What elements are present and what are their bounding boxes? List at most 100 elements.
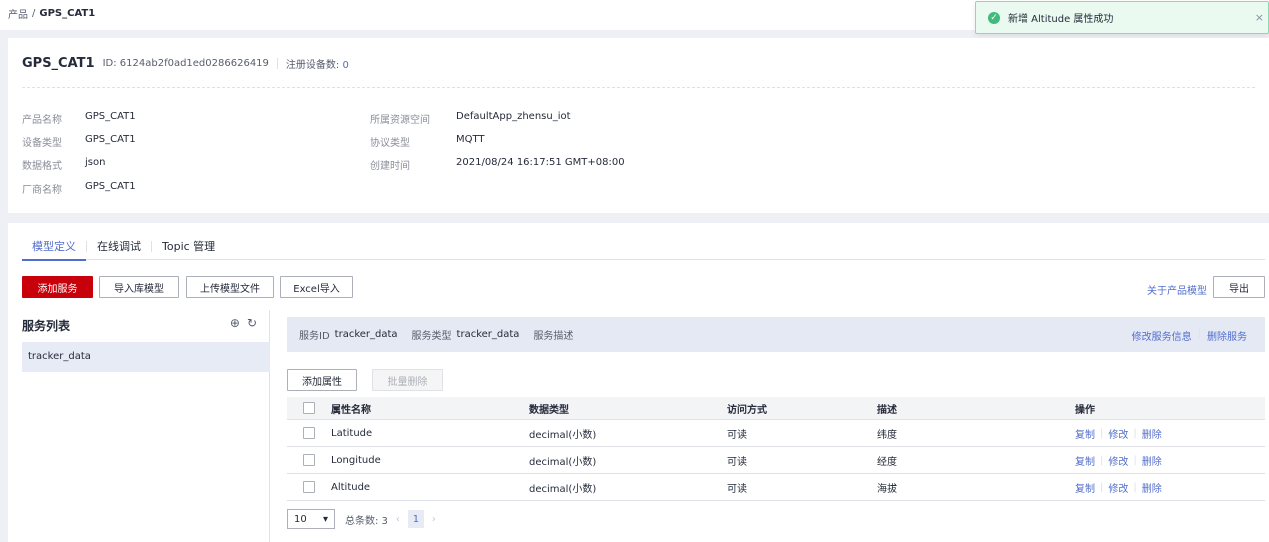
excel-import-button[interactable]: Excel导入 [280,276,353,298]
service-info-bar: 服务ID tracker_data 服务类型 tracker_data 服务描述… [287,317,1265,352]
service-id-value: tracker_data [334,329,398,340]
tab-topic-management[interactable]: Topic 管理 [152,223,225,260]
field-value: json [85,157,106,168]
property-description: 经度 [877,456,897,468]
field-value: MQTT [456,134,485,145]
field-label: 数据格式 [22,161,62,172]
registered-devices-count[interactable]: 0 [342,60,348,71]
breadcrumb: 产品 / GPS_CAT1 [8,6,95,21]
header-access: 访问方式 [727,404,767,416]
row-checkbox-cell [303,420,315,446]
delete-link[interactable]: 删除 [1142,426,1162,441]
field-value: GPS_CAT1 [85,181,136,192]
field-value: GPS_CAT1 [85,111,136,122]
product-name-title: GPS_CAT1 [22,56,95,71]
op-divider: | [1133,481,1137,493]
product-info-panel: GPS_CAT1 ID: 6124ab2f0ad1ed0286626419 注册… [8,38,1269,213]
field-label: 协议类型 [370,138,410,149]
row-checkbox[interactable] [303,481,315,493]
row-checkbox[interactable] [303,427,315,439]
copy-link[interactable]: 复制 [1075,453,1095,468]
field-value: DefaultApp_zhensu_iot [456,111,571,122]
import-library-model-button[interactable]: 导入库模型 [99,276,179,298]
header-checkbox-cell [303,397,315,419]
upload-model-file-button[interactable]: 上传模型文件 [186,276,274,298]
field-manufacturer: 厂商名称 GPS_CAT1 [22,181,136,196]
field-label: 所属资源空间 [370,115,430,126]
property-description: 海拔 [877,483,897,495]
property-type: decimal(小数) [529,456,597,468]
table-row: Longitude decimal(小数) 可读 经度 复制 | 修改 | 删除 [287,447,1265,474]
property-description: 纬度 [877,429,897,441]
row-operations: 复制 | 修改 | 删除 [1075,474,1162,500]
field-protocol: 协议类型 MQTT [370,134,485,149]
field-label: 创建时间 [370,161,410,172]
chevron-down-icon: ▾ [322,513,328,525]
field-product-name: 产品名称 GPS_CAT1 [22,111,136,126]
service-type-value: tracker_data [456,329,520,340]
delete-link[interactable]: 删除 [1142,453,1162,468]
service-id-label: 服务ID [299,331,330,342]
header-description: 描述 [877,404,897,416]
field-created-time: 创建时间 2021/08/24 16:17:51 GMT+08:00 [370,157,625,172]
field-data-format: 数据格式 json [22,157,105,172]
breadcrumb-products-link[interactable]: 产品 [8,6,28,21]
about-product-model-link[interactable]: 关于产品模型 [1147,282,1207,297]
breadcrumb-separator: / [32,8,36,19]
success-check-icon: ✓ [988,11,1000,24]
edit-link[interactable]: 修改 [1108,426,1128,441]
row-checkbox-cell [303,447,315,473]
tab-bar: 模型定义 在线调试 Topic 管理 [22,223,1265,261]
select-all-checkbox[interactable] [303,402,315,414]
export-button[interactable]: 导出 [1213,276,1265,298]
add-service-button[interactable]: 添加服务 [22,276,93,298]
tab-model-definition[interactable]: 模型定义 [22,223,86,261]
op-divider: | [1100,427,1104,439]
edit-link[interactable]: 修改 [1108,480,1128,495]
header-operations: 操作 [1075,404,1095,416]
field-value: GPS_CAT1 [85,134,136,145]
service-desc-label: 服务描述 [533,331,574,342]
info-divider [22,87,1255,88]
property-name: Latitude [331,427,373,439]
batch-delete-button[interactable]: 批量删除 [372,369,443,391]
delete-link[interactable]: 删除 [1142,480,1162,495]
row-operations: 复制 | 修改 | 删除 [1075,420,1162,446]
registered-devices: 注册设备数: 0 [286,56,349,71]
property-name: Altitude [331,481,371,493]
row-operations: 复制 | 修改 | 删除 [1075,447,1162,473]
op-divider: | [1133,427,1137,439]
op-divider: | [1133,454,1137,466]
edit-service-link[interactable]: 修改服务信息 [1132,328,1192,343]
page-size-value: 10 [294,513,307,525]
pagination: 10 ▾ 总条数: 3 ‹ 1 › [287,509,444,529]
copy-link[interactable]: 复制 [1075,480,1095,495]
product-id: ID: 6124ab2f0ad1ed0286626419 [103,58,278,69]
tab-online-debug[interactable]: 在线调试 [87,223,151,260]
edit-link[interactable]: 修改 [1108,453,1128,468]
copy-link[interactable]: 复制 [1075,426,1095,441]
next-page-icon[interactable]: › [432,514,436,525]
service-list-title: 服务列表 [22,319,71,333]
table-header: 属性名称 数据类型 访问方式 描述 操作 [287,397,1265,420]
prev-page-icon[interactable]: ‹ [396,514,400,525]
toast-close-icon[interactable]: × [1255,11,1264,24]
property-access: 可读 [727,429,747,441]
page-number[interactable]: 1 [407,510,424,528]
row-checkbox[interactable] [303,454,315,466]
registered-devices-label: 注册设备数: [285,60,340,71]
page-size-select[interactable]: 10 ▾ [287,509,335,529]
field-label: 厂商名称 [22,185,62,196]
service-list-item[interactable]: tracker_data [22,342,270,372]
breadcrumb-current: GPS_CAT1 [39,8,96,19]
refresh-icon[interactable]: ↻ [247,316,257,330]
add-property-button[interactable]: 添加属性 [287,369,357,391]
total-count: 总条数: 3 [345,515,388,527]
success-toast: ✓ 新增 Altitude 属性成功 × [975,1,1269,34]
property-access: 可读 [727,483,747,495]
delete-service-link[interactable]: 删除服务 [1207,328,1247,343]
property-type: decimal(小数) [529,429,597,441]
add-circle-icon[interactable]: ⊕ [230,316,240,330]
toast-message: 新增 Altitude 属性成功 [1008,14,1114,25]
property-type: decimal(小数) [529,483,597,495]
